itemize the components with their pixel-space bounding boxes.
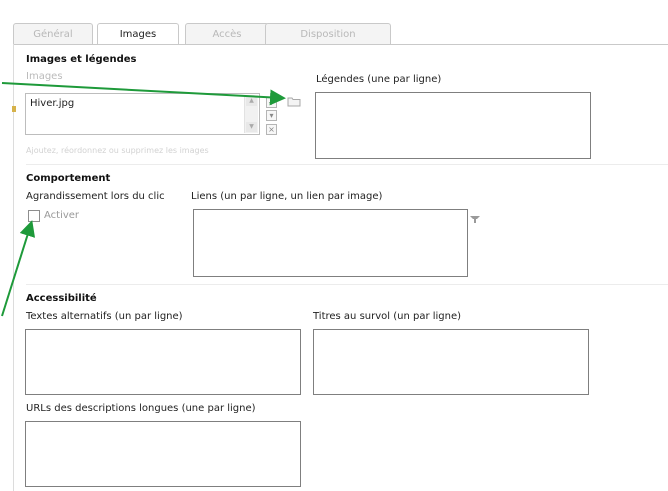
- images-hint: Ajoutez, réordonnez ou supprimez les ima…: [26, 146, 209, 155]
- alt-texts-textarea[interactable]: [25, 329, 301, 395]
- tab-access[interactable]: Accès: [185, 23, 269, 44]
- captions-label: Légendes (une par ligne): [316, 74, 442, 85]
- drag-marker: [12, 106, 16, 112]
- images-section-title: Images et légendes: [26, 54, 137, 65]
- zoom-label: Agrandissement lors du clic: [26, 191, 165, 202]
- section-separator-2: [26, 284, 668, 285]
- links-textarea[interactable]: [193, 209, 468, 277]
- folder-icon[interactable]: [287, 96, 301, 107]
- activate-checkbox[interactable]: [28, 210, 40, 222]
- tab-divider: [13, 44, 668, 45]
- tab-disposition[interactable]: Disposition: [265, 23, 391, 44]
- tab-images[interactable]: Images: [97, 23, 179, 45]
- delete-image-icon[interactable]: ×: [266, 124, 277, 135]
- captions-textarea[interactable]: [315, 92, 591, 159]
- behavior-section-title: Comportement: [26, 173, 111, 184]
- scroll-down-icon[interactable]: ▼: [246, 122, 257, 132]
- section-separator-1: [26, 164, 668, 165]
- long-desc-textarea[interactable]: [25, 421, 301, 487]
- links-label: Liens (un par ligne, un lien par image): [191, 191, 383, 202]
- activate-label: Activer: [44, 210, 80, 221]
- hover-titles-textarea[interactable]: [313, 329, 589, 395]
- long-desc-label: URLs des descriptions longues (une par l…: [26, 403, 256, 414]
- images-list-scrollbar[interactable]: ▲ ▼: [244, 95, 258, 133]
- link-picker-icon[interactable]: [469, 213, 481, 225]
- images-label: Images: [26, 71, 63, 82]
- move-down-icon[interactable]: ▾: [266, 110, 277, 121]
- add-image-icon[interactable]: +: [266, 97, 277, 108]
- image-settings-panel: Général Images Accès Disposition Images …: [0, 0, 668, 491]
- images-listbox[interactable]: Hiver.jpg ▲ ▼: [25, 93, 260, 135]
- hover-titles-label: Titres au survol (un par ligne): [313, 311, 462, 322]
- scroll-up-icon[interactable]: ▲: [246, 96, 257, 106]
- images-list-item[interactable]: Hiver.jpg: [30, 98, 74, 109]
- accessibility-section-title: Accessibilité: [26, 293, 97, 304]
- tab-general[interactable]: Général: [13, 23, 93, 44]
- alt-texts-label: Textes alternatifs (un par ligne): [26, 311, 183, 322]
